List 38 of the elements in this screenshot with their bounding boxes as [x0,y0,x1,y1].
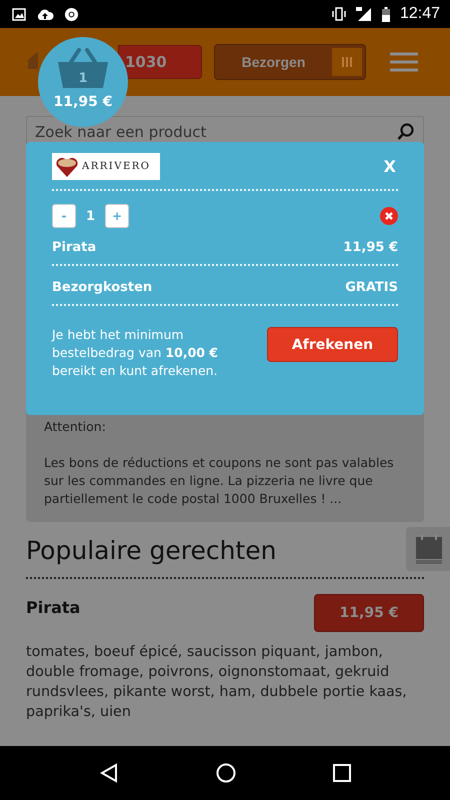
calendar-icon [415,534,443,564]
dish-description: tomates, boeuf épicé, saucisson piquant, jambon, double fromage, poivrons, oignonstomaat, gekruid rundsvlees, pikante worst, ham, dubbele portie kaas, paprika's, uien [26,643,408,722]
back-icon[interactable] [98,763,119,783]
battery-icon [382,6,390,22]
clock-time: 12:47 [400,5,440,23]
notice-title: Attention: [44,418,107,436]
basket-count: 1 [78,71,88,86]
delivery-toggle[interactable]: Bezorgen [214,44,366,80]
signal-icon [356,6,372,22]
image-icon [12,8,26,20]
vibrate-icon [332,7,346,21]
checkout-button[interactable]: Afrekenen [267,327,398,362]
section-heading: Populaire gerechten [26,536,278,565]
basket-total: 11,95 € [54,94,112,110]
cloud-upload-icon [36,8,54,20]
notice-text: Les bons de réductions et coupons ne sont pas valables sur les commandes en ligne. La pizzeria ne livre que partiellement le code postal 1000 Bruxelles ! ... [44,454,395,508]
close-button[interactable]: X [384,157,398,176]
minimum-order-message: Je hebt het minimum bestelbedrag van 10,00 € bereikt en kunt afrekenen. [52,326,220,380]
search-icon [397,123,415,141]
remove-icon[interactable] [380,207,398,225]
item-name: Pirata [52,240,96,255]
delivery-cost-value: GRATIS [345,280,398,295]
decrease-button[interactable]: - [52,204,76,228]
browser-icon [64,6,79,22]
delivery-label: Bezorgen [240,54,306,70]
price-button[interactable]: 11,95 € [314,594,424,632]
logo-text: ARRIVERO [82,161,150,172]
dish-name: Pirata [26,597,80,617]
postcode-button[interactable]: 1030 [118,45,202,79]
basket-icon [57,48,109,90]
item-price: 11,95 € [343,240,398,255]
recent-apps-icon[interactable] [333,764,352,782]
toggle-handle-icon [332,48,362,76]
heart-icon [55,156,79,178]
quantity: 1 [86,208,96,224]
increase-button[interactable]: + [105,204,130,228]
delivery-cost-label: Bezorgkosten [52,280,152,295]
calendar-button[interactable] [406,527,450,571]
